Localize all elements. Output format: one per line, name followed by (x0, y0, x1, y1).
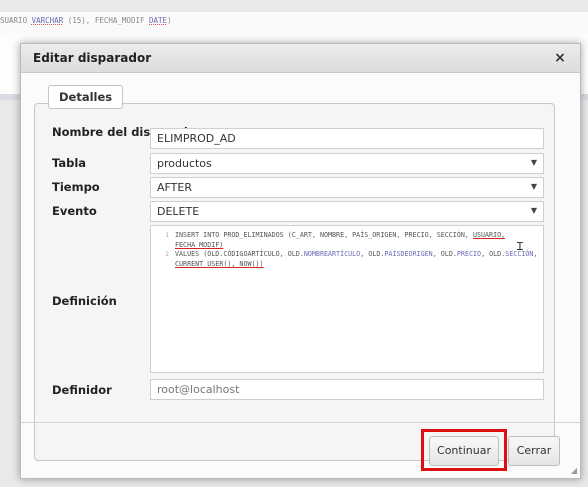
line-number-gutter: 1 2 (151, 226, 173, 372)
code-line-1: INSERT INTO PROD_ELIMINADOS (C_ART, NOMB… (175, 231, 539, 250)
time-label: Tiempo (52, 180, 100, 194)
footer-divider (21, 422, 580, 423)
background-code-token: SUARIO (0, 16, 32, 25)
table-select-value: productos (157, 157, 212, 170)
details-legend: Detalles (48, 85, 124, 109)
text-cursor-icon: Ɪ (516, 240, 523, 253)
line-number: 2 (165, 250, 169, 258)
close-button[interactable]: Cerrar (508, 436, 560, 466)
table-select[interactable]: productos ▼ (150, 153, 544, 174)
line-number (151, 241, 169, 251)
code-line-2: VALUES (OLD.CÓDIGOARTÍCULO, OLD.NOMBREAR… (175, 250, 539, 269)
definer-input[interactable]: root@localhost (150, 379, 544, 400)
background-code-token: (15), FECHA_MODIF (63, 16, 150, 25)
code-line-2-token: (OLD.CÓDIGOARTÍCULO, OLD. (203, 250, 304, 258)
definition-label: Definición (52, 294, 117, 308)
line-number (151, 260, 169, 270)
code-line-1-token: INSERT INTO PROD_ELIMINADOS (C_ART, NOMB… (175, 231, 473, 239)
code-line-2-token: PAÍSDEORIGEN (384, 250, 433, 258)
code-line-2-token: CURRENT_USER(), NOW()) (175, 259, 264, 268)
continue-highlight-box (421, 429, 507, 471)
line-number: 1 (165, 231, 169, 239)
edit-trigger-dialog: Editar disparador × Detalles Nombre del … (20, 43, 581, 479)
chevron-down-icon: ▼ (530, 158, 537, 167)
close-icon[interactable]: × (552, 49, 568, 67)
dialog-title: Editar disparador (33, 51, 152, 65)
background-sql-text: SUARIO VARCHAR (15), FECHA_MODIF DATE) (0, 12, 588, 34)
table-label: Tabla (52, 156, 87, 170)
definition-editor[interactable]: 1 2 INSERT INTO PROD_ELIMINADOS (C_ART, … (150, 225, 544, 373)
code-line-2-token: VALUES (175, 250, 204, 258)
background-code-token: ) (167, 16, 172, 25)
code-line-2-token: PRECIO (456, 250, 482, 258)
dialog-titlebar[interactable]: Editar disparador × (21, 44, 580, 73)
background-code-token: VARCHAR (31, 16, 64, 25)
code-line-2-token: , OLD. (432, 250, 457, 258)
event-select[interactable]: DELETE ▼ (150, 201, 544, 222)
chevron-down-icon: ▼ (530, 206, 537, 215)
time-select-value: AFTER (157, 181, 192, 194)
background-code-token: DATE (149, 16, 168, 25)
definition-code[interactable]: INSERT INTO PROD_ELIMINADOS (C_ART, NOMB… (175, 231, 539, 269)
event-label: Evento (52, 204, 97, 218)
trigger-name-input[interactable]: ELIMPROD_AD (150, 128, 544, 149)
chevron-down-icon: ▼ (530, 182, 537, 191)
definer-label: Definidor (52, 383, 112, 397)
time-select[interactable]: AFTER ▼ (150, 177, 544, 198)
code-line-2-token: , OLD. (360, 250, 385, 258)
event-select-value: DELETE (157, 205, 200, 218)
code-line-2-token: , OLD. (481, 250, 506, 258)
code-line-2-token: , (533, 250, 538, 258)
resize-grip-icon[interactable]: ◢ (571, 466, 577, 475)
code-line-2-token: NOMBREARTÍCULO (303, 250, 361, 258)
